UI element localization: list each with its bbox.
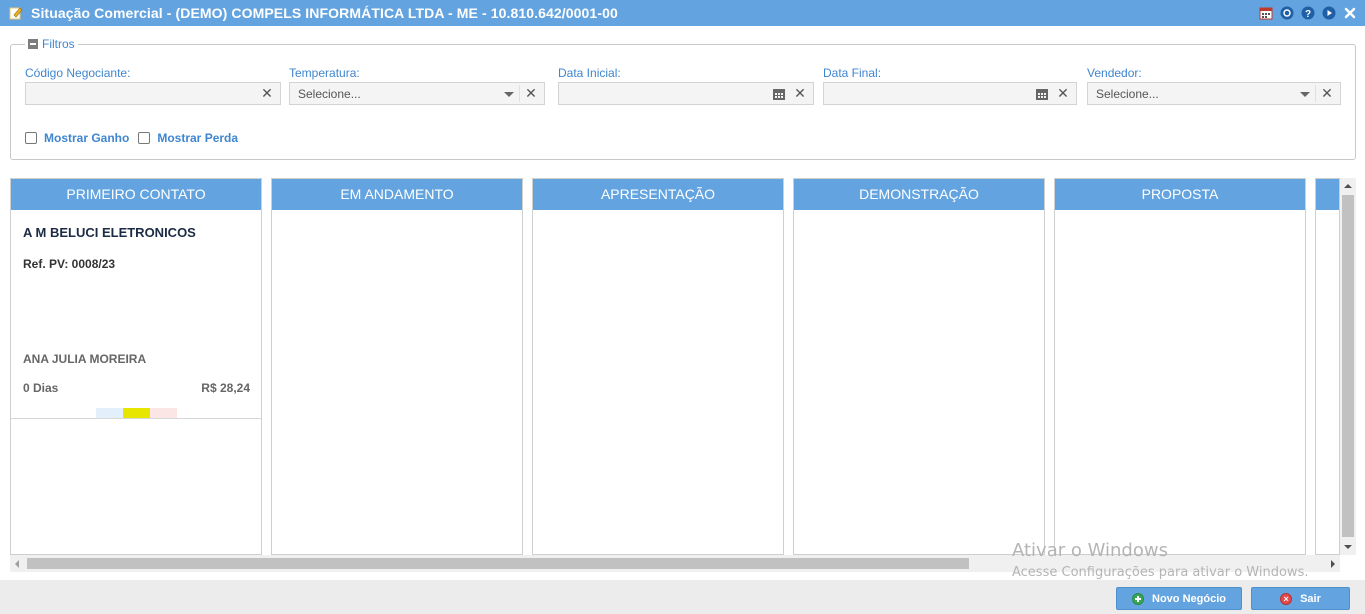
exit-icon: × xyxy=(1280,592,1293,605)
collapse-icon[interactable] xyxy=(28,39,38,49)
calendar-icon[interactable] xyxy=(772,87,786,101)
window-titlebar: Situação Comercial - (DEMO) COMPELS INFO… xyxy=(0,0,1365,26)
edit-icon xyxy=(9,7,23,20)
data-inicial-input[interactable]: ✕ xyxy=(558,82,814,105)
card-company: A M BELUCI ELETRONICOS xyxy=(23,225,196,240)
field-codigo-negociante: Código Negociante: ✕ xyxy=(25,66,281,105)
field-value: Selecione... xyxy=(298,86,361,101)
svg-text:?: ? xyxy=(1304,9,1310,20)
column-title: EM ANDAMENTO xyxy=(272,179,522,210)
mostrar-ganho-checkbox[interactable]: Mostrar Ganho xyxy=(25,131,129,145)
exit-button[interactable]: × Sair xyxy=(1251,587,1350,610)
field-label: Data Final: xyxy=(823,66,882,80)
temperatura-select[interactable]: Selecione... ✕ xyxy=(289,82,545,105)
scroll-thumb[interactable] xyxy=(27,558,969,569)
temperature-cold xyxy=(96,408,123,418)
chevron-down-icon[interactable] xyxy=(1300,92,1310,97)
card-days: 0 Dias xyxy=(23,381,59,395)
new-deal-label: Novo Negócio xyxy=(1152,592,1226,605)
field-label: Código Negociante: xyxy=(25,66,131,80)
column-title xyxy=(1316,179,1339,210)
play-icon[interactable] xyxy=(1321,5,1336,20)
footer-bar: Novo Negócio × Sair xyxy=(0,580,1365,614)
scroll-thumb[interactable] xyxy=(1342,195,1354,537)
checkbox-label[interactable]: Mostrar Ganho xyxy=(44,131,129,145)
column-title: PRIMEIRO CONTATO xyxy=(11,179,261,210)
vendedor-select[interactable]: Selecione... ✕ xyxy=(1087,82,1341,105)
temperature-hot xyxy=(150,408,177,418)
column-title: PROPOSTA xyxy=(1055,179,1305,210)
clear-icon[interactable]: ✕ xyxy=(260,86,274,101)
settings-icon[interactable] xyxy=(1279,5,1294,20)
clear-icon[interactable]: ✕ xyxy=(793,86,807,101)
chevron-down-icon[interactable] xyxy=(504,92,514,97)
help-icon[interactable]: ? xyxy=(1300,5,1315,20)
horizontal-scrollbar[interactable] xyxy=(10,555,1340,572)
deal-card[interactable]: A M BELUCI ELETRONICOS Ref. PV: 0008/23 … xyxy=(11,210,261,419)
scroll-right-icon[interactable] xyxy=(1331,560,1335,568)
field-data-final: Data Final: ✕ xyxy=(823,66,1077,105)
kanban-board: PRIMEIRO CONTATO A M BELUCI ELETRONICOS … xyxy=(10,178,1356,572)
scroll-down-icon[interactable] xyxy=(1344,545,1352,549)
mostrar-perda-checkbox[interactable]: Mostrar Perda xyxy=(138,131,238,145)
clear-icon[interactable]: ✕ xyxy=(1320,86,1334,101)
field-value: Selecione... xyxy=(1096,86,1159,101)
scroll-left-icon[interactable] xyxy=(15,560,19,568)
filters-legend[interactable]: Filtros xyxy=(25,37,78,51)
filters-panel: Filtros Código Negociante: ✕ Temperatura… xyxy=(10,37,1356,160)
card-value: R$ 28,24 xyxy=(201,381,250,395)
checkbox-group: Mostrar Ganho Mostrar Perda xyxy=(25,131,247,145)
close-icon[interactable] xyxy=(1342,5,1357,20)
data-final-input[interactable]: ✕ xyxy=(823,82,1077,105)
clear-icon[interactable]: ✕ xyxy=(1056,86,1070,101)
field-label: Temperatura: xyxy=(289,66,360,80)
column-partial xyxy=(1315,178,1340,555)
field-temperatura: Temperatura: Selecione... ✕ xyxy=(289,66,545,105)
field-data-inicial: Data Inicial: ✕ xyxy=(558,66,814,105)
column-proposta: PROPOSTA xyxy=(1054,178,1306,555)
card-person: ANA JULIA MOREIRA xyxy=(23,352,147,366)
window-title: Situação Comercial - (DEMO) COMPELS INFO… xyxy=(31,5,618,21)
field-label: Data Inicial: xyxy=(558,66,621,80)
calendar-icon[interactable] xyxy=(1035,87,1049,101)
filters-legend-label: Filtros xyxy=(42,37,75,51)
column-title: DEMONSTRAÇÃO xyxy=(794,179,1044,210)
card-ref: Ref. PV: 0008/23 xyxy=(23,257,116,271)
codigo-negociante-input[interactable]: ✕ xyxy=(25,82,281,105)
column-primeiro-contato: PRIMEIRO CONTATO A M BELUCI ELETRONICOS … xyxy=(10,178,262,555)
temperature-bar xyxy=(96,408,177,418)
column-demonstracao: DEMONSTRAÇÃO xyxy=(793,178,1045,555)
plus-icon xyxy=(1132,592,1145,605)
new-deal-button[interactable]: Novo Negócio xyxy=(1116,587,1242,610)
column-apresentacao: APRESENTAÇÃO xyxy=(532,178,784,555)
temperature-warm xyxy=(123,408,150,418)
vertical-scrollbar[interactable] xyxy=(1340,178,1356,555)
checkbox-label[interactable]: Mostrar Perda xyxy=(157,131,238,145)
scroll-up-icon[interactable] xyxy=(1344,184,1352,188)
checkbox-box[interactable] xyxy=(25,132,37,144)
field-label: Vendedor: xyxy=(1087,66,1142,80)
clear-icon[interactable]: ✕ xyxy=(524,86,538,101)
calendar-icon[interactable] xyxy=(1258,5,1273,20)
field-vendedor: Vendedor: Selecione... ✕ xyxy=(1087,66,1341,105)
exit-label: Sair xyxy=(1300,592,1321,605)
checkbox-box[interactable] xyxy=(138,132,151,144)
column-em-andamento: EM ANDAMENTO xyxy=(271,178,523,555)
column-title: APRESENTAÇÃO xyxy=(533,179,783,210)
